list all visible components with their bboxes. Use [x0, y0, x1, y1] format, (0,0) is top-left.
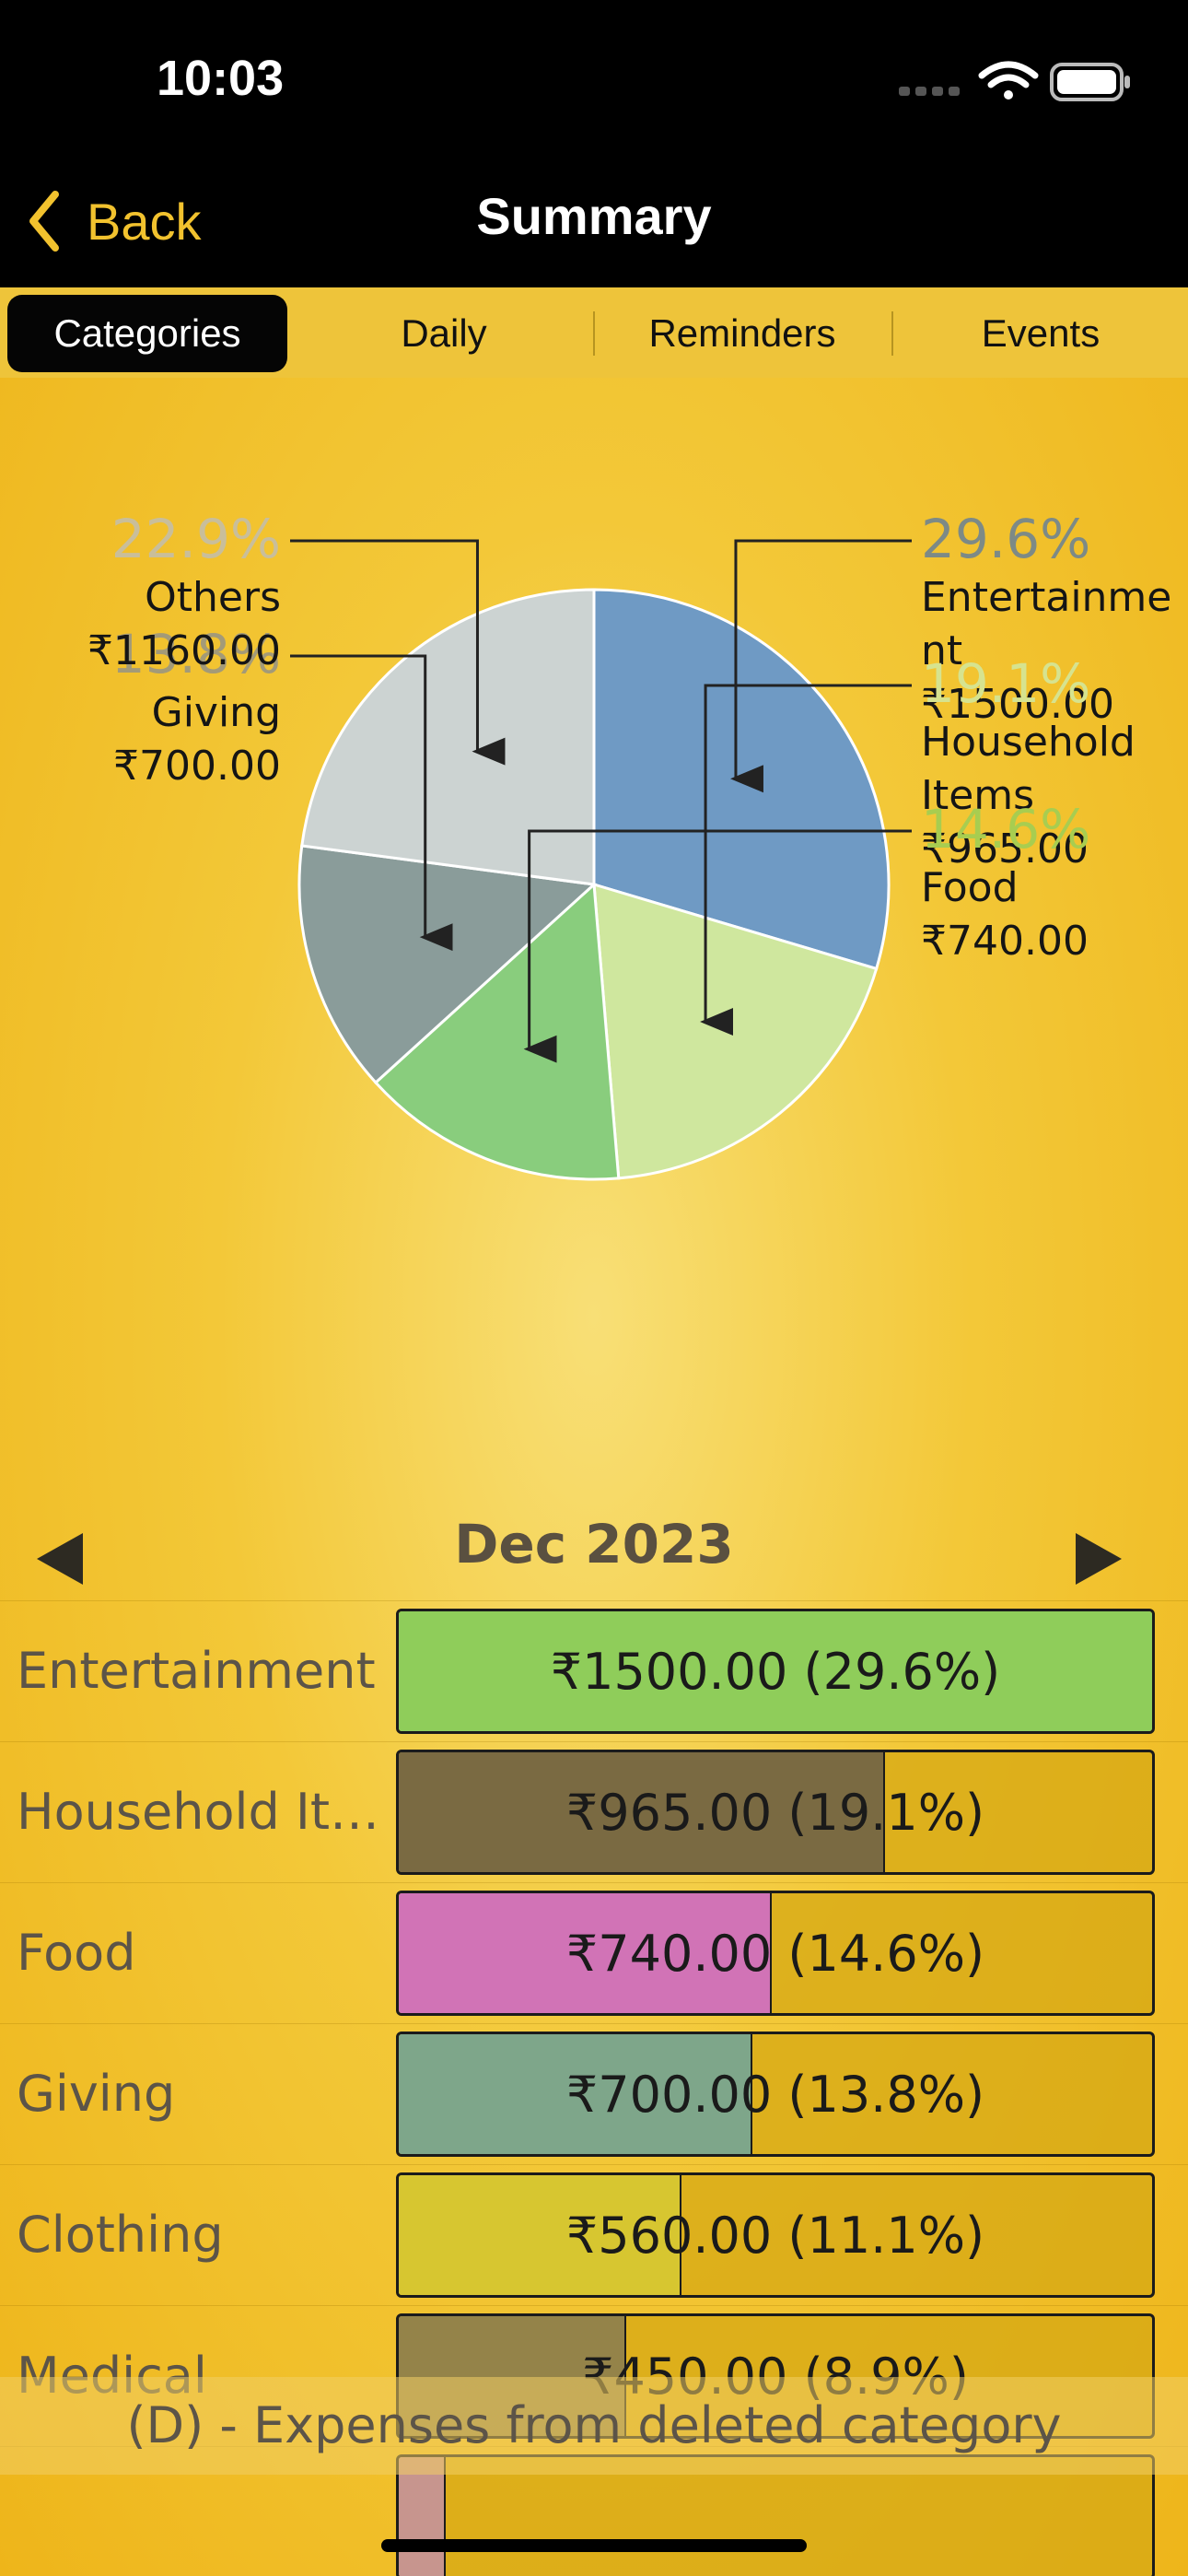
pie-chart: 29.6%Entertainment₹1500.0019.1%Household… [87, 508, 1171, 1181]
segmented-control: Categories Daily Reminders Events [0, 287, 1188, 378]
status-bar: 10:03 [0, 0, 1188, 157]
pie-chart-area: 29.6% Entertainme nt ₹1500.00 19.1% Household… [0, 378, 1188, 1686]
pie-label-percent: 14.6% [921, 798, 1090, 861]
tab-daily[interactable]: Daily [297, 295, 591, 372]
wifi-icon [978, 61, 1039, 100]
pie-label-name: Others [145, 574, 281, 621]
category-bar[interactable]: ₹1500.00 (29.6%) [396, 1609, 1155, 1734]
list-item[interactable]: Entertainment ₹1500.00 (29.6%) [0, 1600, 1188, 1741]
category-bar[interactable]: ₹740.00 (14.6%) [396, 1891, 1155, 2016]
pie-label-amount: ₹700.00 [113, 743, 281, 790]
pie-label-percent: 29.6% [921, 508, 1090, 570]
triangle-right-icon [1076, 1533, 1122, 1585]
category-amount: ₹740.00 (14.6%) [565, 1924, 985, 1983]
month-label: Dec 2023 [454, 1513, 734, 1575]
pie-slice-others [300, 588, 596, 886]
next-month-button[interactable] [1070, 1529, 1125, 1588]
tab-categories[interactable]: Categories [7, 295, 287, 372]
category-label: Clothing [17, 2206, 224, 2264]
navigation-bar: Back Summary [0, 157, 1188, 287]
home-indicator [381, 2539, 807, 2552]
category-bar[interactable]: ₹965.00 (19.1%) [396, 1750, 1155, 1875]
pie-label-name: Entertainme [921, 574, 1171, 621]
month-selector: Dec 2023 [0, 1513, 1188, 1605]
status-icons [893, 59, 1133, 101]
category-bar[interactable]: ₹700.00 (13.8%) [396, 2032, 1155, 2157]
pie-label-amount: ₹740.00 [921, 918, 1089, 965]
pie-label-percent: 19.1% [921, 652, 1090, 715]
status-time: 10:03 [157, 51, 285, 106]
list-item[interactable]: Giving ₹700.00 (13.8%) [0, 2023, 1188, 2164]
pie-label-amount: ₹1160.00 [87, 627, 281, 674]
pie-label-name: Giving [152, 689, 281, 736]
tab-events[interactable]: Events [893, 295, 1188, 372]
pie-label-percent: 22.9% [111, 508, 281, 570]
list-item[interactable]: Food ₹740.00 (14.6%) [0, 1882, 1188, 2023]
category-label: Food [17, 1924, 136, 1982]
page-title: Summary [476, 187, 712, 245]
status-icons-svg [899, 61, 1130, 101]
category-amount: ₹560.00 (11.1%) [565, 2206, 985, 2265]
category-label: Entertainment [17, 1642, 376, 1700]
category-amount: ₹1500.00 (29.6%) [550, 1642, 1001, 1701]
pie-label-name: Household [921, 719, 1136, 766]
summary-content: Categories Daily Reminders Events 29.6% E… [0, 287, 1188, 2576]
tab-reminders[interactable]: Reminders [595, 295, 890, 372]
category-amount: ₹965.00 (19.1%) [565, 1783, 985, 1842]
signal-icon [899, 87, 960, 96]
list-item[interactable]: Clothing ₹560.00 (11.1%) [0, 2164, 1188, 2305]
list-item[interactable]: Household It… ₹965.00 (19.1%) [0, 1741, 1188, 1882]
category-label: Household It… [17, 1783, 380, 1841]
battery-icon [1050, 63, 1130, 101]
category-label: Giving [17, 2065, 176, 2123]
deleted-category-note: (D) - Expenses from deleted category [0, 2377, 1188, 2475]
category-amount [399, 2457, 1152, 2576]
category-amount: ₹700.00 (13.8%) [565, 2065, 985, 2124]
pie-label-name: Food [921, 864, 1019, 911]
category-bar[interactable]: ₹560.00 (11.1%) [396, 2172, 1155, 2298]
